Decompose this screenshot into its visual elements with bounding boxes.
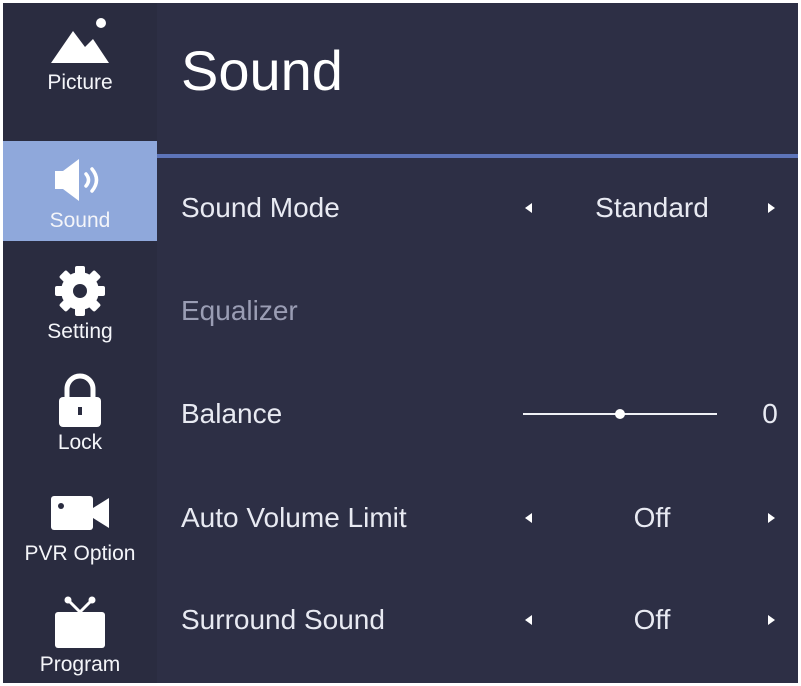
sound-mode-value: Standard — [595, 192, 709, 223]
balance-label: Balance — [181, 398, 283, 429]
sidebar-item-sound[interactable]: Sound — [3, 141, 157, 241]
auto-volume-limit-value: Off — [633, 502, 671, 533]
page-title: Sound — [181, 39, 343, 102]
auto-volume-limit-prev-arrow-icon[interactable] — [519, 508, 539, 528]
sidebar-item-label: PVR Option — [24, 542, 136, 565]
sidebar-item-label: Sound — [49, 209, 111, 232]
sidebar-item-label: Setting — [47, 320, 113, 343]
equalizer-label: Equalizer — [181, 295, 298, 326]
surround-sound-prev-arrow-icon[interactable] — [519, 610, 539, 630]
auto-volume-limit-row[interactable]: Auto Volume Limit Off — [157, 488, 798, 548]
sidebar-item-label: Picture — [47, 71, 113, 94]
auto-volume-limit-label: Auto Volume Limit — [181, 502, 407, 533]
title-divider — [157, 154, 798, 158]
surround-sound-label: Surround Sound — [181, 604, 385, 635]
sound-mode-row[interactable]: Sound Mode Standard — [157, 178, 798, 238]
sidebar-item-program[interactable]: Program — [3, 585, 157, 683]
sidebar-item-lock[interactable]: Lock — [3, 363, 157, 463]
tv-menu-frame: Picture Sound Setting Lock PVR Option Pr… — [3, 3, 798, 683]
sidebar-item-label: Program — [39, 653, 121, 676]
lock-icon — [3, 373, 157, 427]
surround-sound-row[interactable]: Surround Sound Off — [157, 590, 798, 650]
auto-volume-limit-next-arrow-icon[interactable] — [761, 508, 781, 528]
balance-value: 0 — [762, 398, 778, 429]
equalizer-row[interactable]: Equalizer — [157, 281, 798, 341]
gear-icon — [3, 266, 157, 316]
camera-icon — [3, 488, 157, 538]
tv-icon — [3, 596, 157, 649]
sound-mode-label: Sound Mode — [181, 192, 340, 223]
balance-slider-thumb[interactable] — [615, 409, 625, 419]
sidebar-item-pvr-option[interactable]: PVR Option — [3, 474, 157, 574]
sidebar-item-label: Lock — [57, 431, 103, 454]
balance-slider[interactable] — [523, 409, 717, 419]
picture-icon — [3, 17, 157, 67]
sound-mode-next-arrow-icon[interactable] — [761, 198, 781, 218]
sidebar: Picture Sound Setting Lock PVR Option Pr… — [3, 3, 157, 683]
sound-panel: Sound Sound Mode Standard Equalizer Bala… — [157, 3, 798, 683]
balance-row[interactable]: Balance 0 — [157, 384, 798, 444]
sidebar-item-setting[interactable]: Setting — [3, 252, 157, 352]
sidebar-item-picture[interactable]: Picture — [3, 3, 157, 103]
surround-sound-value: Off — [633, 604, 671, 635]
surround-sound-next-arrow-icon[interactable] — [761, 610, 781, 630]
sound-mode-prev-arrow-icon[interactable] — [519, 198, 539, 218]
speaker-icon — [3, 155, 157, 205]
